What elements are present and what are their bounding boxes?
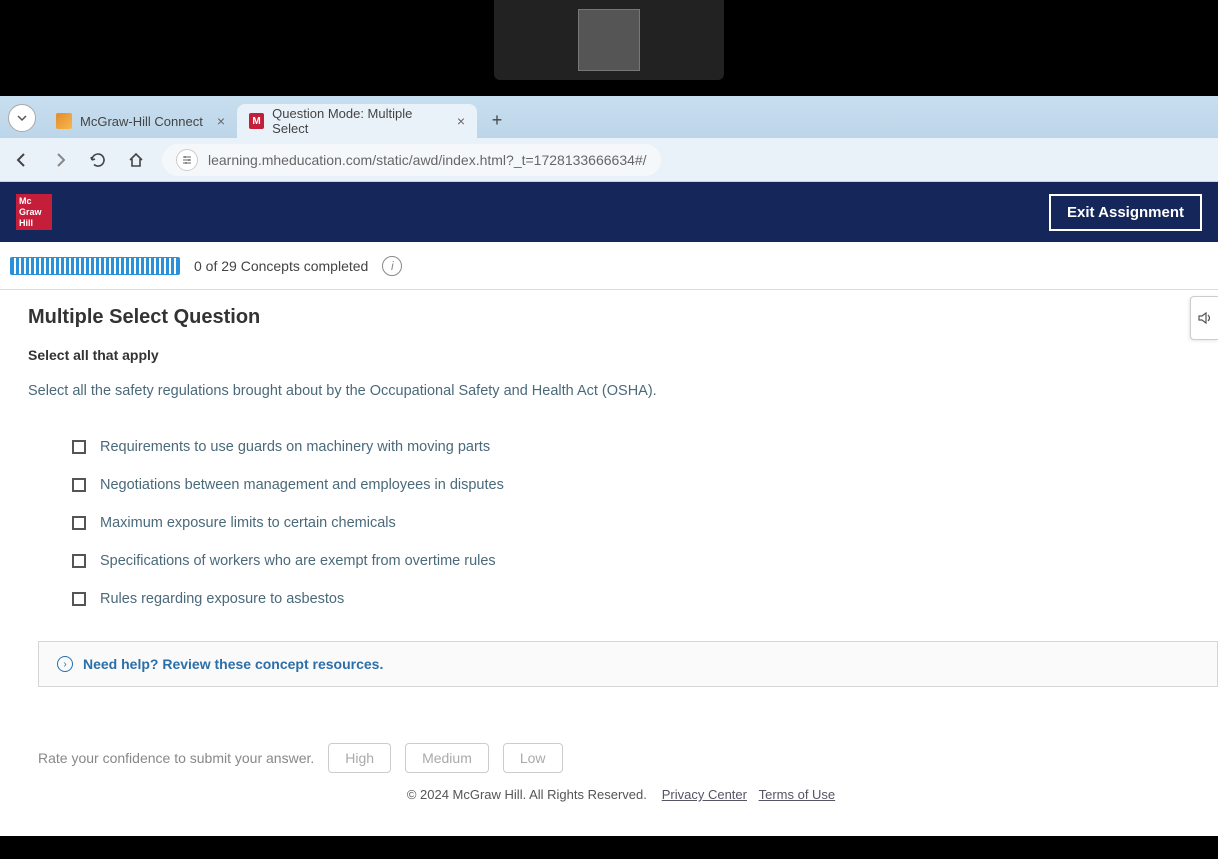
forward-button[interactable] — [48, 148, 72, 172]
url-text: learning.mheducation.com/static/awd/inde… — [208, 152, 647, 168]
favicon-icon: M — [249, 113, 264, 129]
question-prompt: Select all the safety regulations brough… — [28, 383, 1218, 399]
confidence-medium-button[interactable]: Medium — [405, 743, 489, 773]
browser-tab-bar: McGraw-Hill Connect × M Question Mode: M… — [0, 96, 1218, 138]
question-panel: Multiple Select Question Select all that… — [0, 290, 1218, 802]
tab-close-button[interactable]: × — [457, 113, 465, 129]
option-row[interactable]: Requirements to use guards on machinery … — [72, 439, 1218, 455]
arrow-left-icon — [13, 151, 31, 169]
browser-tab[interactable]: McGraw-Hill Connect × — [44, 104, 237, 138]
option-checkbox[interactable] — [72, 478, 86, 492]
favicon-icon — [56, 113, 72, 129]
option-label: Rules regarding exposure to asbestos — [100, 591, 344, 607]
option-label: Specifications of workers who are exempt… — [100, 553, 496, 569]
option-row[interactable]: Negotiations between management and empl… — [72, 477, 1218, 493]
logo-line: Graw — [19, 207, 42, 218]
option-checkbox[interactable] — [72, 516, 86, 530]
need-help-text: Need help? Review these concept resource… — [83, 656, 383, 672]
site-settings-button[interactable] — [176, 149, 198, 171]
confidence-label: Rate your confidence to submit your answ… — [38, 750, 314, 766]
logo-line: Hill — [19, 218, 33, 229]
reload-icon — [89, 151, 107, 169]
option-label: Maximum exposure limits to certain chemi… — [100, 515, 396, 531]
logo-line: Mc — [19, 196, 32, 207]
option-checkbox[interactable] — [72, 440, 86, 454]
browser-window: McGraw-Hill Connect × M Question Mode: M… — [0, 96, 1218, 836]
home-icon — [127, 151, 145, 169]
tab-title: McGraw-Hill Connect — [80, 114, 203, 129]
option-row[interactable]: Maximum exposure limits to certain chemi… — [72, 515, 1218, 531]
new-tab-button[interactable]: + — [483, 106, 511, 134]
option-checkbox[interactable] — [72, 554, 86, 568]
browser-tab[interactable]: M Question Mode: Multiple Select × — [237, 104, 477, 138]
option-row[interactable]: Specifications of workers who are exempt… — [72, 553, 1218, 569]
mcgraw-hill-logo[interactable]: Mc Graw Hill — [16, 194, 52, 230]
read-aloud-button[interactable] — [1190, 296, 1218, 340]
confidence-high-button[interactable]: High — [328, 743, 391, 773]
footer: © 2024 McGraw Hill. All Rights Reserved.… — [28, 787, 1218, 802]
option-row[interactable]: Rules regarding exposure to asbestos — [72, 591, 1218, 607]
address-bar[interactable]: learning.mheducation.com/static/awd/inde… — [162, 144, 661, 176]
chevron-right-icon: › — [57, 656, 73, 672]
info-icon: i — [391, 259, 394, 273]
reload-button[interactable] — [86, 148, 110, 172]
option-checkbox[interactable] — [72, 592, 86, 606]
confidence-row: Rate your confidence to submit your answ… — [28, 743, 1218, 773]
tab-title: Question Mode: Multiple Select — [272, 106, 443, 136]
webcam-lens — [578, 9, 640, 71]
progress-bar-row: 0 of 29 Concepts completed i — [0, 242, 1218, 290]
question-type-title: Multiple Select Question — [28, 306, 1218, 329]
browser-toolbar: learning.mheducation.com/static/awd/inde… — [0, 138, 1218, 182]
tab-close-button[interactable]: × — [217, 113, 225, 129]
back-button[interactable] — [10, 148, 34, 172]
info-button[interactable]: i — [382, 256, 402, 276]
confidence-low-button[interactable]: Low — [503, 743, 563, 773]
option-label: Negotiations between management and empl… — [100, 477, 504, 493]
speaker-icon — [1197, 310, 1213, 326]
exit-assignment-button[interactable]: Exit Assignment — [1049, 194, 1202, 231]
copyright-text: © 2024 McGraw Hill. All Rights Reserved. — [407, 787, 647, 802]
chevron-down-icon — [16, 112, 28, 124]
terms-of-use-link[interactable]: Terms of Use — [759, 787, 836, 802]
options-list: Requirements to use guards on machinery … — [28, 439, 1218, 607]
privacy-center-link[interactable]: Privacy Center — [662, 787, 747, 802]
progress-indicator — [10, 257, 180, 275]
question-instruction: Select all that apply — [28, 347, 1218, 363]
tab-search-button[interactable] — [8, 104, 36, 132]
need-help-box[interactable]: › Need help? Review these concept resour… — [38, 641, 1218, 687]
app-header: Mc Graw Hill Exit Assignment — [0, 182, 1218, 242]
arrow-right-icon — [51, 151, 69, 169]
tune-icon — [181, 154, 193, 166]
option-label: Requirements to use guards on machinery … — [100, 439, 490, 455]
progress-label: 0 of 29 Concepts completed — [194, 258, 368, 274]
webcam-notch — [494, 0, 724, 80]
home-button[interactable] — [124, 148, 148, 172]
